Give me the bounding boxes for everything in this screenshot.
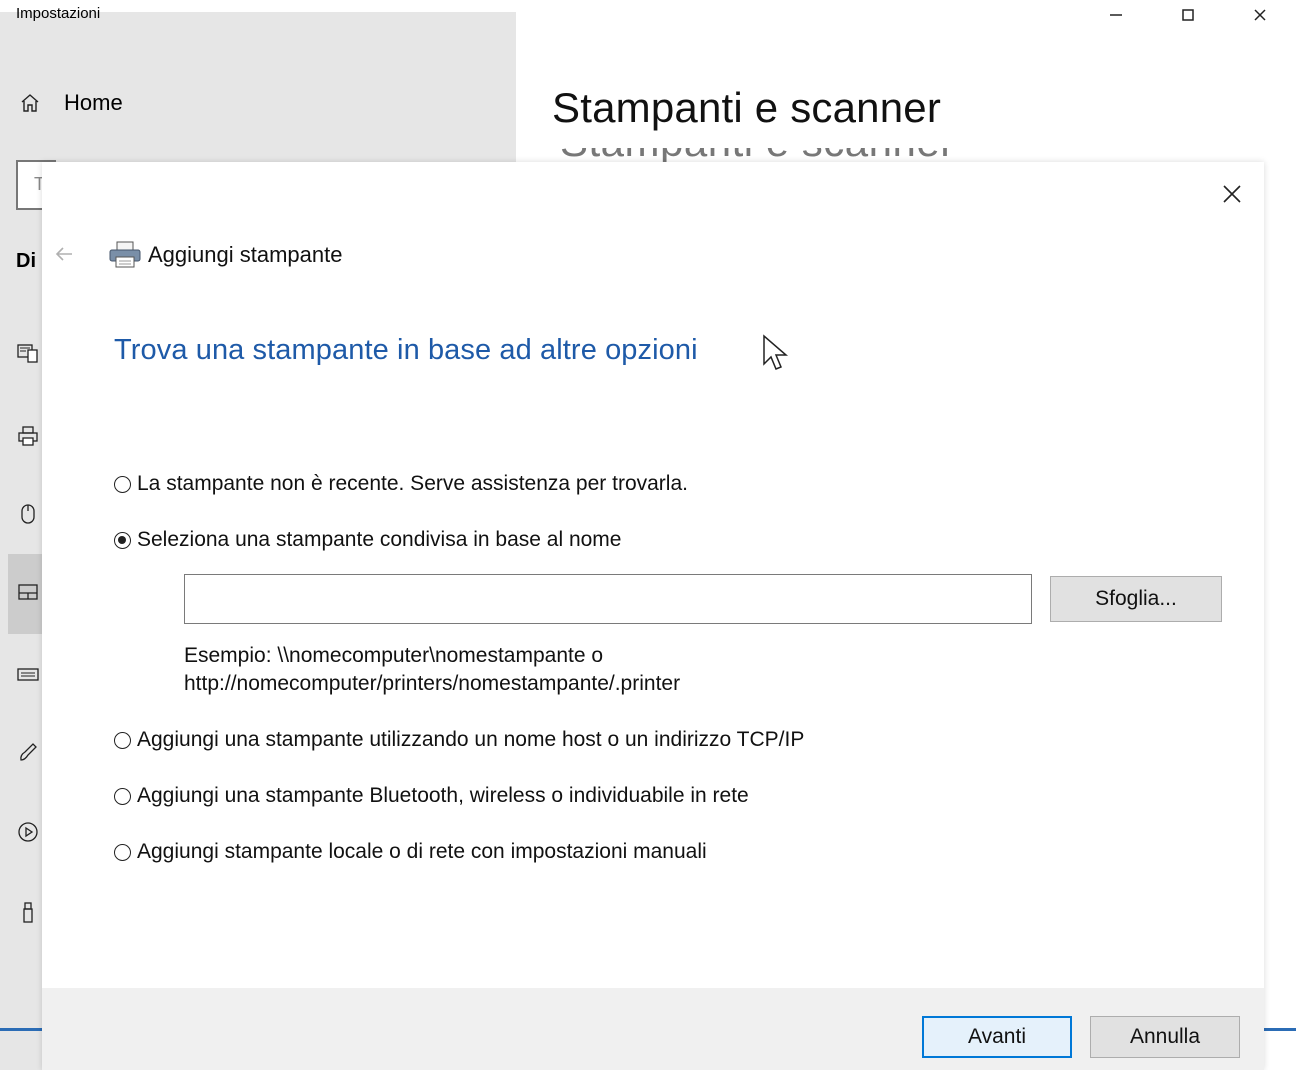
option-tcpip-hostname[interactable]: Aggiungi una stampante utilizzando un no… [114,728,804,752]
printer-icon [109,241,141,268]
instruction-heading: Trova una stampante in base ad altre opz… [114,334,698,366]
close-icon [1223,185,1241,203]
mouse-cursor-icon [762,334,790,379]
dialog-header: Aggiungi stampante [108,240,342,270]
option-bluetooth-wireless[interactable]: Aggiungi una stampante Bluetooth, wirele… [114,784,749,808]
close-icon [1254,9,1266,21]
radio-button-selected[interactable] [114,531,131,549]
maximize-button[interactable] [1152,0,1224,30]
radio-button[interactable] [114,843,131,861]
next-button[interactable]: Avanti [922,1016,1072,1058]
option-label: La stampante non è recente. Serve assist… [137,472,688,495]
back-arrow-icon [55,247,72,261]
mouse-icon[interactable] [16,502,40,526]
window-close-button[interactable] [1224,0,1296,30]
maximize-icon [1182,9,1194,21]
window-title: Impostazioni [16,5,101,22]
home-icon [21,94,39,112]
radio-button[interactable] [114,787,131,805]
keyboard-icon[interactable] [16,662,40,686]
browse-button[interactable]: Sfoglia... [1050,576,1222,622]
option-label: Seleziona una stampante condivisa in bas… [137,528,622,551]
cancel-button[interactable]: Annulla [1090,1016,1240,1058]
option-printer-not-recent[interactable]: La stampante non è recente. Serve assist… [114,472,688,496]
accent-line [0,1028,42,1031]
option-label: Aggiungi una stampante utilizzando un no… [137,728,805,751]
dialog-close-button[interactable] [1218,180,1246,208]
window-controls [1080,0,1296,30]
radio-button[interactable] [114,731,131,749]
sidebar-item-label: Home [64,90,123,115]
option-label: Aggiungi una stampante Bluetooth, wirele… [137,784,749,807]
section-heading: Di [16,250,36,272]
printer-icon[interactable] [16,424,40,448]
add-printer-dialog: Aggiungi stampante Trova una stampante i… [42,162,1264,1070]
option-local-manual[interactable]: Aggiungi stampante locale o di rete con … [114,840,707,864]
back-button[interactable] [50,240,78,268]
touchpad-icon[interactable] [16,580,40,604]
page-title: Stampanti e scanner [552,84,942,131]
example-text: Esempio: \\nomecomputer\nomestampante o … [184,642,680,698]
example-line: http://nomecomputer/printers/nomestampan… [184,672,681,695]
radio-button[interactable] [114,475,131,493]
dialog-title: Aggiungi stampante [148,242,343,267]
sidebar-item-home[interactable]: Home [18,90,123,116]
option-label: Aggiungi stampante locale o di rete con … [137,840,707,863]
example-line: Esempio: \\nomecomputer\nomestampante o [184,644,604,667]
keyboard-icon[interactable] [16,340,40,364]
minimize-button[interactable] [1080,0,1152,30]
usb-icon[interactable] [16,900,40,924]
dialog-footer: Avanti Annulla [42,988,1264,1070]
pen-icon[interactable] [16,740,40,764]
minimize-icon [1110,14,1122,16]
heading-ghost: Stampanti e scanner [480,148,1264,162]
autoplay-icon[interactable] [16,820,40,844]
shared-printer-name-input[interactable] [184,574,1032,624]
option-shared-printer-by-name[interactable]: Seleziona una stampante condivisa in bas… [114,528,621,552]
